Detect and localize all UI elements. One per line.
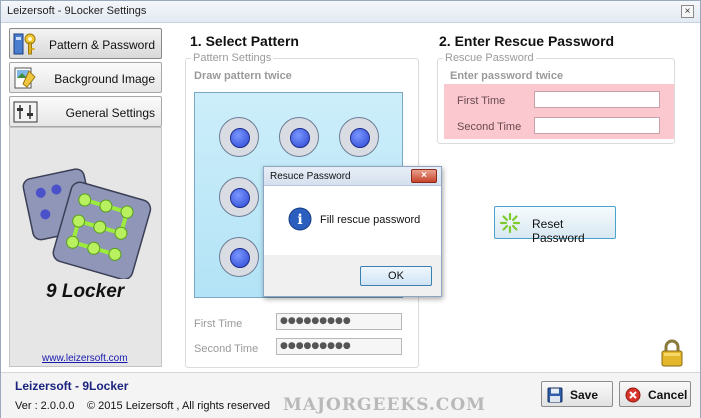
key-icon: [13, 33, 36, 55]
dialog-title: Resuce Password: [270, 171, 351, 182]
floppy-disk-icon: [547, 387, 563, 403]
rescue-password-dialog: Resuce Password × i Fill rescue password…: [263, 166, 442, 297]
rescue-group-title: Rescue Password: [443, 52, 536, 64]
pattern-first-time-field[interactable]: ●●●●●●●●●: [276, 313, 402, 330]
cancel-button[interactable]: Cancel: [619, 381, 691, 407]
pattern-dot[interactable]: [339, 117, 379, 157]
pattern-heading: 1. Select Pattern: [190, 33, 299, 49]
sidebar-item-background-image[interactable]: Background Image: [9, 62, 162, 93]
sidebar-item-general-settings[interactable]: General Settings: [9, 96, 162, 127]
pattern-dot[interactable]: [219, 117, 259, 157]
dialog-title-bar: Resuce Password ×: [264, 167, 441, 186]
rescue-second-time-input[interactable]: [534, 117, 660, 134]
sliders-icon: [13, 101, 38, 123]
sidebar-item-pattern-password[interactable]: Pattern & Password: [9, 28, 162, 59]
window-title: Leizersoft - 9Locker Settings: [7, 5, 147, 17]
settings-window: Leizersoft - 9Locker Settings × Pattern …: [0, 0, 701, 418]
window-close-button[interactable]: ×: [681, 5, 694, 18]
rescue-first-time-label: First Time: [457, 95, 506, 107]
app-logo-icon: [22, 168, 152, 279]
dialog-close-button[interactable]: ×: [411, 169, 437, 183]
cancel-icon: [625, 387, 641, 403]
version-text: Ver : 2.0.0.0: [15, 400, 75, 412]
sidebar-item-label: Background Image: [54, 72, 155, 86]
watermark: MAJORGEEKS.COM: [283, 395, 486, 415]
rescue-instruction: Enter password twice: [450, 70, 564, 82]
footer-brand: Leizersoft - 9Locker: [15, 379, 129, 393]
pattern-dot[interactable]: [219, 237, 259, 277]
image-icon: [14, 67, 36, 89]
sidebar: Pattern & Password Background Image Gene…: [6, 26, 164, 371]
app-name: 9 Locker: [46, 281, 125, 302]
pattern-second-time-field[interactable]: ●●●●●●●●●: [276, 338, 402, 355]
reset-password-button[interactable]: Reset Password: [494, 206, 616, 245]
refresh-icon: [500, 213, 520, 233]
pattern-group-title: Pattern Settings: [191, 52, 274, 64]
reset-password-label: Reset Password: [532, 217, 585, 245]
copyright-text: © 2015 Leizersoft , All rights reserved: [87, 400, 270, 412]
pattern-dot[interactable]: [219, 177, 259, 217]
save-button[interactable]: Save: [541, 381, 613, 407]
info-glyph: i: [297, 212, 302, 228]
ok-button[interactable]: OK: [360, 266, 432, 286]
website-link[interactable]: www.leizersoft.com: [42, 353, 128, 364]
title-bar: Leizersoft - 9Locker Settings ×: [1, 1, 700, 23]
footer: Leizersoft - 9Locker Ver : 2.0.0.0 © 201…: [1, 372, 700, 418]
sidebar-item-label: General Settings: [65, 106, 155, 120]
pattern-dot[interactable]: [279, 117, 319, 157]
info-icon: i: [288, 207, 312, 231]
sidebar-item-label: Pattern & Password: [48, 38, 155, 52]
lock-icon: [661, 339, 683, 367]
rescue-heading: 2. Enter Rescue Password: [439, 33, 615, 49]
pattern-second-time-label: Second Time: [194, 343, 259, 355]
dialog-button-bar: OK: [264, 255, 441, 296]
pattern-instruction: Draw pattern twice: [194, 70, 292, 82]
dialog-message: Fill rescue password: [320, 214, 421, 226]
pattern-first-time-label: First Time: [194, 318, 243, 330]
cancel-label: Cancel: [648, 388, 688, 402]
rescue-fields-panel: First Time Second Time: [444, 84, 674, 139]
rescue-first-time-input[interactable]: [534, 91, 660, 108]
rescue-second-time-label: Second Time: [457, 121, 522, 133]
save-label: Save: [570, 388, 599, 402]
